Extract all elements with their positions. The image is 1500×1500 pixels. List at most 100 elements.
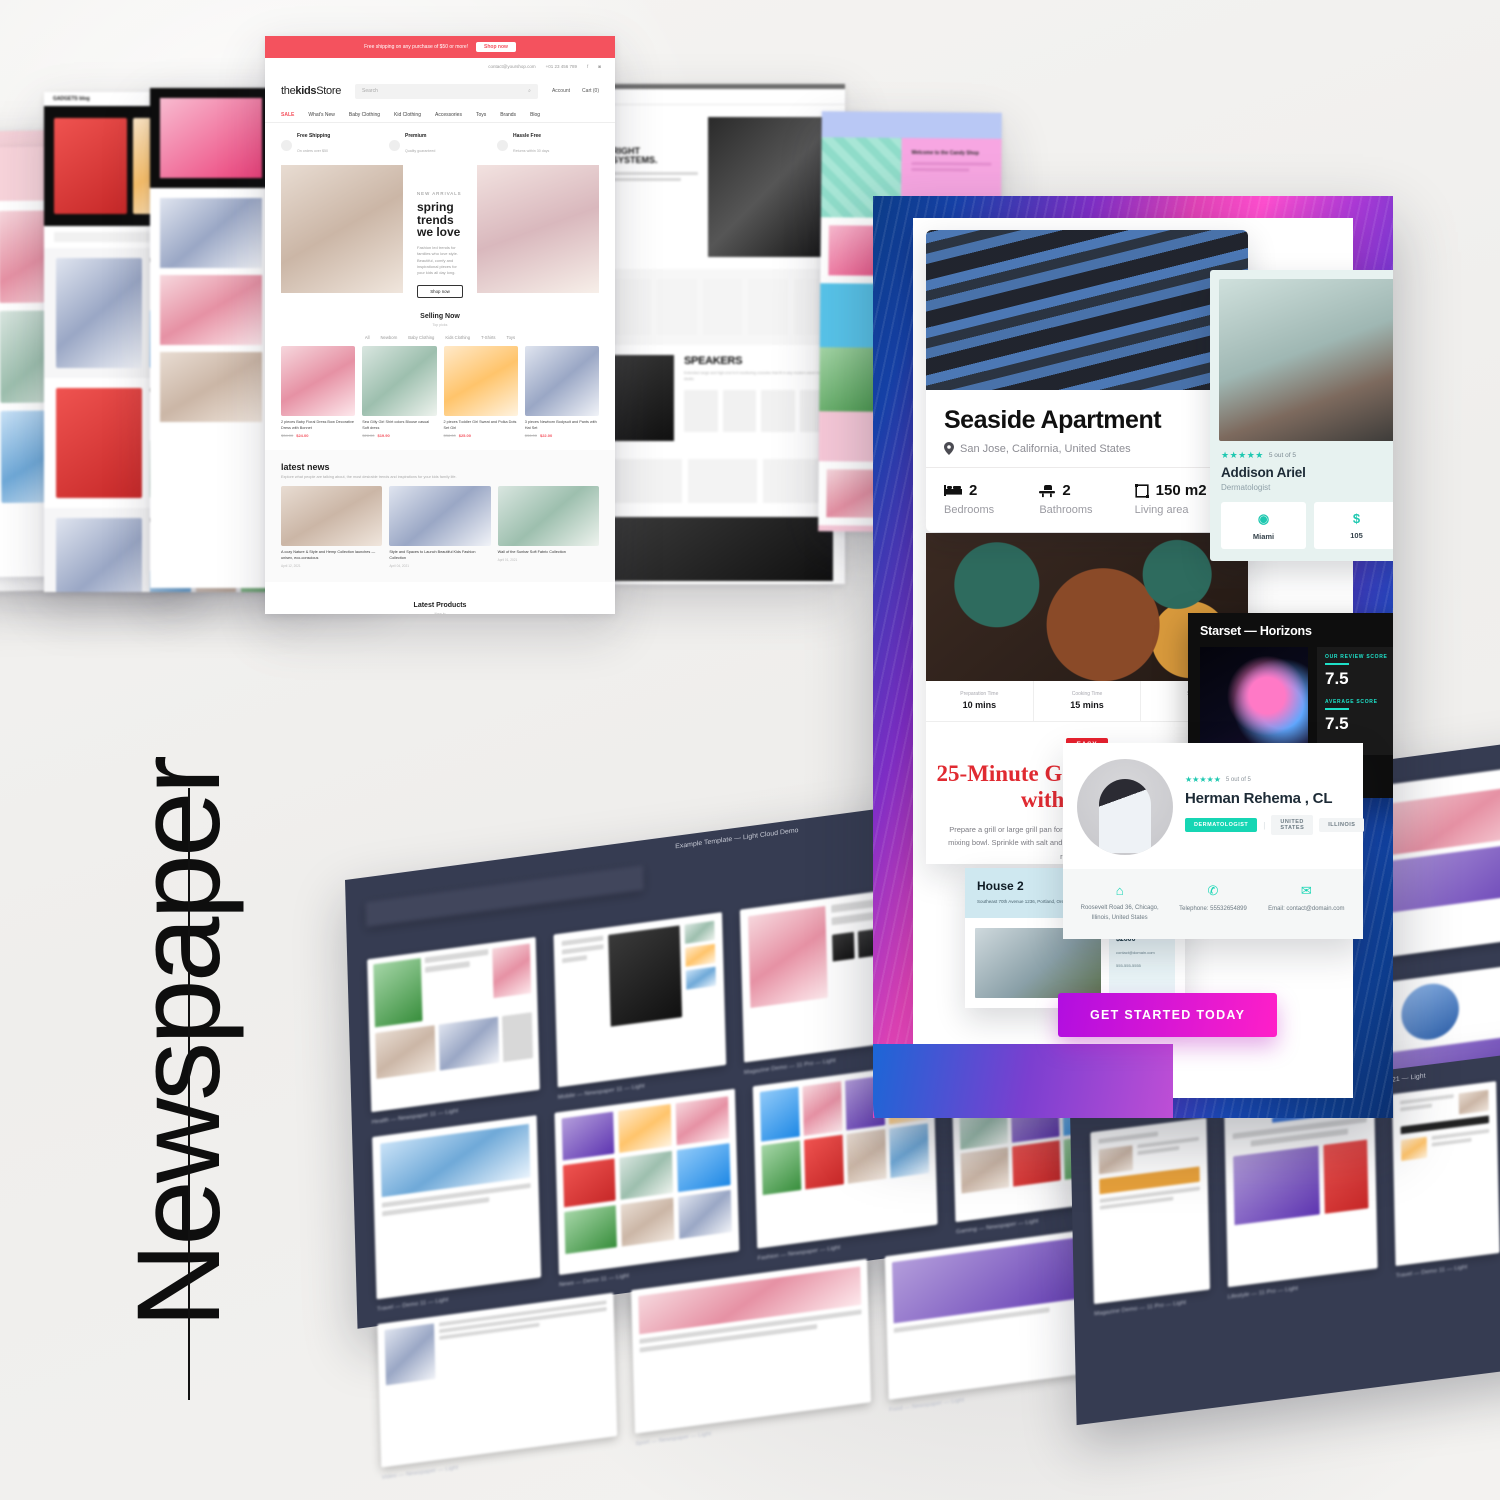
house-contact-phone: 555-555-5555 <box>1116 963 1141 969</box>
rating: ★★★★★ 5 out of 5 <box>1221 450 1393 461</box>
cart-link[interactable]: Cart (0) <box>582 88 599 94</box>
doctor-role: Dermatologist <box>1221 483 1271 492</box>
nav-item-brands[interactable]: Brands <box>500 112 516 118</box>
product-old-price: $28.00 <box>362 433 375 439</box>
filter-tshirts[interactable]: T-Shirts <box>481 335 495 340</box>
logo-mid: kids <box>295 85 317 97</box>
utility-email[interactable]: contact@yourshop.com <box>488 64 535 69</box>
doctor-location-pill[interactable]: ◉ Miami <box>1221 502 1306 549</box>
facebook-icon[interactable]: f <box>587 64 588 69</box>
kids-logo[interactable]: thekidsStore <box>281 85 341 97</box>
stat-bedrooms: 2 Bedrooms <box>944 482 1039 516</box>
audio-headline-2: SYSTEMS. <box>612 155 658 166</box>
promo-button[interactable]: Shop now <box>476 42 516 52</box>
filter-baby-clothing[interactable]: Baby Clothing <box>408 335 434 340</box>
kids-promo-banner: Free shipping on any purchase of $50 or … <box>265 36 615 58</box>
product-card[interactable]: 3 pieces Newborn Bodysuit and Pants with… <box>524 346 599 439</box>
candy-hero-title: Welcome to the Candy Shop <box>911 150 979 157</box>
usp-sub: Returns within 30 days <box>513 149 550 153</box>
page-title: Newspaper <box>113 758 245 1328</box>
instagram-icon[interactable]: ◙ <box>598 64 601 69</box>
rating-text: 5 out of 5 <box>1225 776 1251 783</box>
product-old-price: $36.00 <box>524 433 537 439</box>
product-price: $25.00 <box>458 433 471 439</box>
mockup-audio-store: RIGHT SYSTEMS. SPEAKERS Extended range a… <box>600 84 845 584</box>
news-card[interactable]: Style and Spaces to Launch Beautiful Kid… <box>389 486 491 568</box>
recipe-stat-cook: Cooking Time 15 mins <box>1034 681 1142 721</box>
score-underline <box>1325 663 1349 665</box>
contact-text: Email: contact@domain.com <box>1268 906 1345 912</box>
stat-label: Bedrooms <box>944 504 995 516</box>
nav-item-kid-clothing[interactable]: Kid Clothing <box>394 112 421 118</box>
logo-pre: the <box>281 85 296 97</box>
tile-caption: Travel — Demo 11 — Light <box>376 1297 449 1313</box>
nav-item-toys[interactable]: Toys <box>476 112 486 118</box>
pill-label: 105 <box>1350 531 1363 540</box>
filter-kids-clothing[interactable]: Kids Clothing <box>445 335 470 340</box>
star-rating: ★★★★★ <box>1221 450 1264 460</box>
hero-shop-button[interactable]: Shop now <box>417 284 463 298</box>
promo-text: Free shipping on any purchase of $50 or … <box>364 44 469 50</box>
filter-toys[interactable]: Toys <box>507 335 516 340</box>
property-card[interactable]: Seaside Apartment San Jose, California, … <box>926 230 1248 532</box>
news-title: Style and Spaces to Launch Beautiful Kid… <box>389 550 476 561</box>
account-link[interactable]: Account <box>552 88 570 94</box>
chip-specialty: DERMATOLOGIST <box>1185 818 1258 832</box>
product-old-price: $38.00 <box>443 433 456 439</box>
avatar <box>1077 759 1173 855</box>
title-divider <box>188 788 190 1400</box>
audio-section-title: SPEAKERS <box>684 355 743 367</box>
tile-caption: Magazine Demo — 11 Pro — Light <box>743 1057 836 1076</box>
returns-icon <box>497 139 508 151</box>
stat-value: 2 <box>969 482 978 499</box>
shipping-icon <box>281 139 292 151</box>
profile-contacts: ⌂ Roosevelt Road 36, Chicago, Illinois, … <box>1063 869 1363 940</box>
tile-caption: Travel — Demo 11 — Light <box>1395 1264 1468 1280</box>
recipe-stat-prep: Preparation Time 10 mins <box>926 681 1034 721</box>
filter-all[interactable]: All <box>365 335 370 340</box>
nav-item-baby-clothing[interactable]: Baby Clothing <box>349 112 380 118</box>
kids-hero: NEW ARRIVALS spring trends we love Fashi… <box>265 165 615 298</box>
stat-label: Preparation Time <box>960 691 999 697</box>
doctor-card-addison[interactable]: ★★★★★ 5 out of 5 Addison Ariel Dermatolo… <box>1210 270 1393 561</box>
property-location: San Jose, California, United States <box>960 442 1131 455</box>
get-started-button[interactable]: GET STARTED TODAY <box>1058 993 1278 1037</box>
product-name: 2 pieces Baby Floral Dress Bow Decorativ… <box>281 420 355 430</box>
quality-icon <box>389 139 400 151</box>
usp-title: Free Shipping <box>297 133 331 139</box>
bath-icon <box>1039 484 1056 497</box>
nav-item-sale[interactable]: SALE <box>281 112 294 118</box>
stat-value: 15 mins <box>1070 700 1104 710</box>
feature-gradient-panel: Seaside Apartment San Jose, California, … <box>873 196 1393 1118</box>
doctor-price-pill[interactable]: $ 105 <box>1314 502 1393 549</box>
nav-item-accessories[interactable]: Accessories <box>435 112 462 118</box>
product-card[interactable]: 2 pieces Baby Floral Dress Bow Decorativ… <box>281 346 356 438</box>
kids-nav: SALE What's New Baby Clothing Kid Clothi… <box>265 108 615 123</box>
hero-image-left <box>281 165 403 293</box>
rating: ★★★★★ 5 out of 5 <box>1185 775 1364 784</box>
product-name: Sea Gilly Girl Shirt colors Blouse casua… <box>362 420 430 430</box>
filter-newborn[interactable]: Newborn <box>381 335 398 340</box>
product-card[interactable]: Sea Gilly Girl Shirt colors Blouse casua… <box>362 346 437 439</box>
hero-title: spring trends we love <box>417 200 461 240</box>
selling-now-sub: Top picks <box>432 323 448 327</box>
stat-label: Cooking Time <box>1071 691 1103 697</box>
poster-title-area: Newspaper <box>74 758 274 1420</box>
nav-item-whats-new[interactable]: What's New <box>308 112 335 118</box>
doctor-profile-card-herman[interactable]: ★★★★★ 5 out of 5 Herman Rehema , CL DERM… <box>1063 743 1365 940</box>
utility-phone[interactable]: +01 23 456 789 <box>546 64 577 69</box>
product-card[interactable]: 2 pieces Toddler Girl Sweat and Polka Do… <box>443 346 518 439</box>
tile-caption: Lifestyle — 11 Pro — Light <box>1227 1286 1299 1301</box>
phone-icon: ✆ <box>1207 883 1219 898</box>
news-card[interactable]: A cozy Nature & Style and Hemp Collectio… <box>281 486 383 568</box>
search-input[interactable]: Search ⌕ <box>355 83 538 99</box>
score-underline <box>1325 708 1349 710</box>
latest-news-section: latest news Explore what people are talk… <box>265 450 615 582</box>
rating-text: 5 out of 5 <box>1268 452 1296 459</box>
score-label: OUR REVIEW SCORE <box>1325 654 1388 660</box>
audio-nav <box>600 89 845 105</box>
search-icon[interactable]: ⌕ <box>528 88 531 94</box>
news-card[interactable]: Wall of the Sunbar Soft Fabric Collectio… <box>497 486 599 567</box>
nav-item-blog[interactable]: Blog <box>530 112 540 118</box>
search-placeholder: Search <box>362 88 378 94</box>
